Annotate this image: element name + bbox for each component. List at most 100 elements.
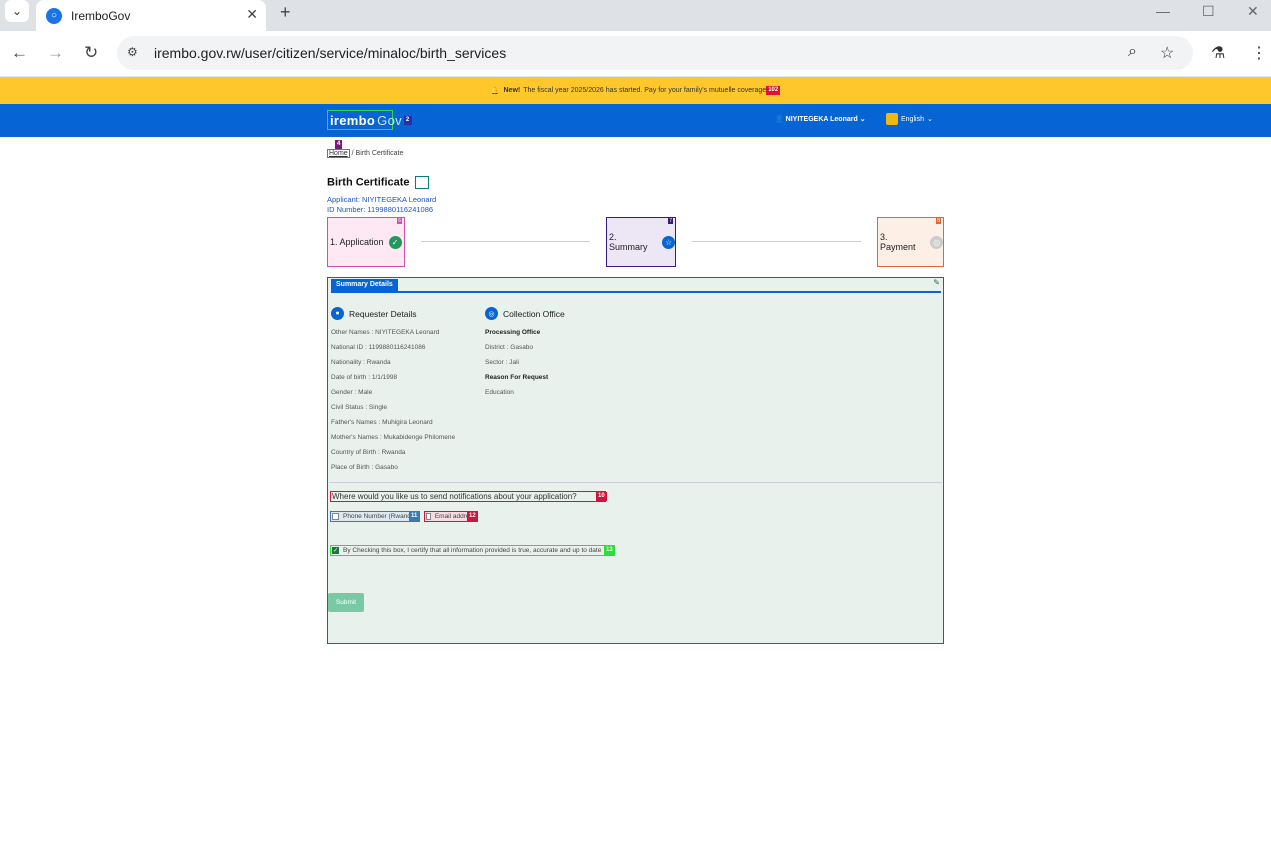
banner-text[interactable]: The fiscal year 2025/2026 has started. P… — [523, 87, 766, 94]
divider — [329, 482, 942, 483]
element-tag: 4 — [335, 140, 343, 149]
notification-question-text: Where would you like us to send notifica… — [332, 492, 577, 501]
user-icon: 👤 — [775, 116, 784, 123]
phone-option[interactable]: Phone Number (Rwanda) — [330, 511, 420, 522]
district-value: District : Gasabo — [485, 344, 534, 351]
address-bar[interactable]: ⚙ irembo.gov.rw/user/citizen/service/min… — [117, 36, 1193, 70]
language-selector[interactable]: English ⌄ — [886, 113, 933, 125]
more-menu-icon[interactable]: ⋮ — [1251, 43, 1267, 63]
detail-row: Mother's Names : Mukabidenge Philomene — [331, 434, 456, 441]
bell-icon: 🔔 — [490, 87, 500, 95]
step-label: 3. Payment — [880, 232, 916, 252]
element-tag: 2 — [403, 115, 412, 125]
new-tab-button[interactable]: + — [280, 2, 291, 23]
element-tag: 6 — [397, 218, 402, 224]
applicant-id: ID Number: 1199880116241086 — [327, 205, 434, 214]
check-icon: ✓ — [388, 235, 402, 249]
chevron-down-icon: ⌄ — [859, 116, 866, 123]
window-close-icon[interactable]: ✕ — [1247, 3, 1259, 20]
sector-value: Sector : Jali — [485, 359, 519, 366]
requester-details: Other Names : NIYITEGEKA Leonard Nationa… — [331, 325, 455, 475]
certify-text: By Checking this box, I certify that all… — [343, 547, 602, 554]
step-summary[interactable]: 2. Summary ☆ 7 — [606, 217, 676, 267]
breadcrumb: 4 Home / Birth Certificate — [327, 140, 404, 158]
requester-heading: ● Requester Details — [331, 307, 417, 320]
document-icon — [414, 176, 429, 189]
irembo-logo[interactable]: irembo Gov 2 — [327, 110, 412, 130]
maximize-icon[interactable]: ☐ — [1202, 3, 1215, 20]
zoom-icon[interactable]: ⌕ — [1128, 43, 1137, 61]
phone-checkbox[interactable] — [332, 513, 339, 520]
back-icon[interactable]: ← — [11, 43, 28, 63]
element-tag: 12 — [467, 512, 478, 521]
applicant-info: Applicant: NIYITEGEKA Leonard ID Number:… — [327, 195, 436, 215]
browser-tab[interactable]: ○ IremboGov ✕ — [36, 0, 266, 31]
tab-title: IremboGov — [71, 8, 131, 23]
certify-checkbox-row[interactable]: ✓ By Checking this box, I certify that a… — [330, 545, 615, 556]
chevron-down-icon: ⌄ — [926, 116, 933, 123]
user-menu[interactable]: 👤 NIYITEGEKA Leonard ⌄ — [775, 115, 866, 123]
user-name: NIYITEGEKA Leonard — [785, 116, 858, 123]
close-icon[interactable]: ✕ — [246, 6, 258, 23]
edit-icon[interactable]: ✎ — [933, 278, 940, 287]
collection-heading-text: Collection Office — [503, 308, 565, 319]
detail-row: Civil Status : Single — [331, 404, 387, 411]
forward-icon[interactable]: → — [47, 43, 64, 63]
email-checkbox[interactable] — [426, 513, 431, 520]
reason-value: Education — [485, 389, 514, 396]
applicant-name: Applicant: NIYITEGEKA Leonard — [327, 195, 437, 204]
bookmark-star-icon[interactable]: ☆ — [1160, 43, 1174, 63]
logo-text: irembo — [330, 112, 376, 128]
irembo-favicon-icon: ○ — [46, 7, 62, 24]
collection-details: Processing Office District : Gasabo Sect… — [485, 325, 548, 400]
page-title-text: Birth Certificate — [327, 176, 410, 189]
logo-suffix: Gov — [377, 112, 402, 128]
site-info-icon[interactable]: ⚙ — [127, 45, 138, 59]
site-header: irembo Gov 2 👤 NIYITEGEKA Leonard ⌄ Engli… — [0, 104, 1271, 137]
step-connector — [692, 241, 861, 242]
breadcrumb-current: / Birth Certificate — [351, 150, 404, 157]
detail-row: Other Names : NIYITEGEKA Leonard — [331, 329, 440, 336]
detail-row: Nationality : Rwanda — [331, 359, 391, 366]
browser-tab-strip: ⌄ ○ IremboGov ✕ + — ☐ ✕ — [0, 0, 1271, 31]
processing-office-label: Processing Office — [485, 329, 541, 336]
banner-new-label: New! — [503, 87, 521, 94]
detail-row: Father's Names : Muhigira Leonard — [331, 419, 433, 426]
person-icon: ● — [331, 307, 344, 320]
office-icon: ◎ — [485, 307, 498, 320]
collection-heading: ◎ Collection Office — [485, 307, 565, 320]
requester-heading-text: Requester Details — [349, 308, 417, 319]
reload-icon[interactable]: ↻ — [84, 43, 98, 63]
summary-card: Summary Details ✎ ● Requester Details Ot… — [327, 277, 944, 644]
element-tag: 7 — [668, 218, 673, 224]
step-payment[interactable]: 3. Payment ◎ 8 — [877, 217, 944, 267]
element-tag: 102 — [766, 86, 781, 95]
detail-row: National ID : 1199880116241086 — [331, 344, 426, 351]
step-label: 1. Application — [330, 237, 384, 247]
reason-label: Reason For Request — [485, 374, 549, 381]
submit-button[interactable]: Submit — [328, 593, 364, 612]
announcement-banner: 🔔 New! The fiscal year 2025/2026 has sta… — [0, 77, 1271, 104]
element-tag: 11 — [409, 512, 420, 521]
url-text[interactable]: irembo.gov.rw/user/citizen/service/minal… — [154, 45, 506, 61]
step-label: 2. Summary — [609, 232, 648, 252]
star-icon: ☆ — [662, 235, 675, 249]
step-connector — [421, 241, 590, 242]
browser-toolbar: ← → ↻ ⚙ irembo.gov.rw/user/citizen/servi… — [0, 31, 1271, 77]
tab-search-button[interactable]: ⌄ — [5, 0, 29, 22]
detail-row: Place of Birth : Gasabo — [331, 464, 398, 471]
detail-row: Gender : Male — [331, 389, 373, 396]
page-title: Birth Certificate — [327, 176, 429, 189]
breadcrumb-home-link[interactable]: Home — [327, 149, 350, 158]
payment-icon: ◎ — [930, 235, 943, 249]
checkbox-checked-icon[interactable]: ✓ — [332, 547, 339, 554]
chevron-down-icon: ⌄ — [11, 4, 23, 18]
detail-row: Date of birth : 1/1/1998 — [331, 374, 398, 381]
labs-flask-icon[interactable]: ⚗ — [1211, 43, 1225, 63]
element-tag: 8 — [936, 218, 941, 224]
element-tag: 10 — [596, 492, 607, 501]
notification-question: Where would you like us to send notifica… — [330, 491, 606, 502]
phone-option-label: Phone Number (Rwanda) — [343, 513, 417, 520]
step-application[interactable]: 1. Application ✓ 6 — [327, 217, 405, 267]
minimize-icon[interactable]: — — [1156, 3, 1170, 19]
